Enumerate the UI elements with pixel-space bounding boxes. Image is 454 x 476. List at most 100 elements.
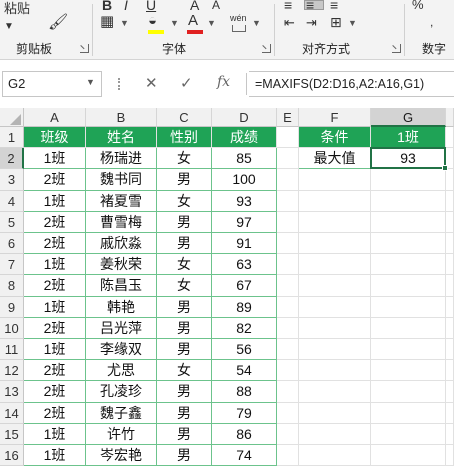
grid-cell[interactable]	[277, 296, 299, 318]
row-header-1[interactable]: 1	[0, 127, 24, 149]
align-left-icon[interactable]: ≡	[284, 0, 292, 14]
grid-cell[interactable]	[299, 402, 371, 424]
row-header-16[interactable]: 16	[0, 445, 24, 467]
table-header-d[interactable]: 成绩	[212, 127, 277, 149]
fill-color-icon[interactable]: ◒	[148, 12, 157, 30]
table-cell[interactable]: 2班	[24, 360, 86, 382]
grid-cell[interactable]	[277, 275, 299, 297]
table-cell[interactable]: 女	[157, 360, 212, 382]
grid-cell[interactable]	[299, 211, 371, 233]
grid-cell[interactable]	[299, 381, 371, 403]
grid-cell[interactable]	[277, 190, 299, 212]
grid-cell[interactable]	[299, 445, 371, 467]
grid-cell[interactable]	[277, 169, 299, 191]
phonetic-dropdown-icon[interactable]: ▼	[252, 18, 261, 28]
fill-handle[interactable]	[442, 165, 448, 172]
table-cell[interactable]: 1班	[24, 148, 86, 170]
table-cell[interactable]: 女	[157, 275, 212, 297]
row-header-7[interactable]: 7	[0, 254, 24, 276]
table-cell[interactable]: 许竹	[86, 423, 157, 445]
paste-button[interactable]: 粘贴	[4, 0, 30, 18]
column-header-c[interactable]: C	[157, 108, 212, 127]
clipboard-launcher-icon[interactable]	[80, 44, 89, 53]
table-cell[interactable]: 82	[212, 317, 277, 339]
table-cell[interactable]: 男	[157, 211, 212, 233]
decrease-indent-icon[interactable]: ⇤	[284, 14, 295, 32]
row-header-10[interactable]: 10	[0, 317, 24, 339]
table-header-c[interactable]: 性别	[157, 127, 212, 149]
table-cell[interactable]: 尤思	[86, 360, 157, 382]
table-cell[interactable]: 男	[157, 296, 212, 318]
grid-cell[interactable]	[277, 317, 299, 339]
table-cell[interactable]: 97	[212, 211, 277, 233]
table-cell[interactable]: 89	[212, 296, 277, 318]
table-cell[interactable]: 岑宏艳	[86, 445, 157, 467]
row-header-9[interactable]: 9	[0, 296, 24, 318]
table-cell[interactable]: 1班	[24, 296, 86, 318]
grid-cell[interactable]	[371, 296, 446, 318]
table-cell[interactable]: 1班	[24, 423, 86, 445]
merge-cells-icon[interactable]: ⊞	[330, 13, 342, 31]
table-cell[interactable]: 姜秋荣	[86, 254, 157, 276]
font-launcher-icon[interactable]	[262, 44, 271, 53]
grid-cell[interactable]	[371, 445, 446, 467]
formula-bar-grip-icon[interactable]	[118, 78, 121, 90]
grid-cell[interactable]	[299, 339, 371, 361]
table-cell[interactable]: 魏子鑫	[86, 402, 157, 424]
name-box-dropdown-icon[interactable]: ▼	[86, 77, 95, 87]
grid-cell[interactable]	[446, 381, 454, 403]
table-cell[interactable]: 91	[212, 233, 277, 255]
column-header-a[interactable]: A	[24, 108, 86, 127]
grid-cell[interactable]	[446, 317, 454, 339]
merge-dropdown-icon[interactable]: ▼	[348, 18, 357, 28]
row-header-2[interactable]: 2	[0, 148, 24, 170]
table-header-a[interactable]: 班级	[24, 127, 86, 149]
grid-cell[interactable]	[299, 360, 371, 382]
table-cell[interactable]: 吕光萍	[86, 317, 157, 339]
borders-icon[interactable]: ▦	[100, 13, 114, 31]
table-cell[interactable]: 男	[157, 402, 212, 424]
table-cell[interactable]: 85	[212, 148, 277, 170]
table-cell[interactable]: 67	[212, 275, 277, 297]
grid-cell[interactable]	[277, 127, 299, 149]
table-cell[interactable]: 2班	[24, 211, 86, 233]
grid-cell[interactable]	[299, 275, 371, 297]
alignment-launcher-icon[interactable]	[392, 44, 401, 53]
column-header-g[interactable]: G	[371, 108, 446, 127]
table-cell[interactable]: 戚欣淼	[86, 233, 157, 255]
table-cell[interactable]: 74	[212, 445, 277, 467]
formula-input[interactable]: =MAXIFS(D2:D16,A2:A16,G1)	[249, 71, 454, 97]
comma-style-icon[interactable]: ,	[430, 13, 433, 31]
table-cell[interactable]: 2班	[24, 169, 86, 191]
grid-cell[interactable]	[371, 381, 446, 403]
table-cell[interactable]: 男	[157, 423, 212, 445]
grid-cell[interactable]	[446, 402, 454, 424]
table-cell[interactable]: 2班	[24, 402, 86, 424]
grid-cell[interactable]	[446, 254, 454, 276]
grid-cell[interactable]	[277, 148, 299, 170]
font-color-button[interactable]: A	[188, 12, 198, 30]
grid-cell[interactable]	[446, 127, 454, 149]
bold-button[interactable]: B	[102, 0, 112, 14]
row-header-13[interactable]: 13	[0, 381, 24, 403]
grid-cell[interactable]	[299, 254, 371, 276]
row-header-8[interactable]: 8	[0, 275, 24, 297]
row-header-12[interactable]: 12	[0, 360, 24, 382]
grid-cell[interactable]	[371, 190, 446, 212]
table-cell[interactable]: 1班	[24, 190, 86, 212]
font-shrink-button[interactable]: A	[212, 0, 220, 14]
grid-cell[interactable]	[371, 402, 446, 424]
grid-cell[interactable]	[299, 296, 371, 318]
table-cell[interactable]: 魏书同	[86, 169, 157, 191]
criteria-label-header[interactable]: 条件	[299, 127, 371, 149]
grid-cell[interactable]	[277, 381, 299, 403]
grid-cell[interactable]	[371, 211, 446, 233]
table-cell[interactable]: 79	[212, 402, 277, 424]
grid-cell[interactable]	[371, 275, 446, 297]
row-header-11[interactable]: 11	[0, 339, 24, 361]
column-header-d[interactable]: D	[212, 108, 277, 127]
column-header-partial[interactable]	[446, 108, 454, 127]
align-right-icon[interactable]: ≡	[330, 0, 338, 14]
row-header-3[interactable]: 3	[0, 169, 24, 191]
grid-cell[interactable]	[371, 317, 446, 339]
